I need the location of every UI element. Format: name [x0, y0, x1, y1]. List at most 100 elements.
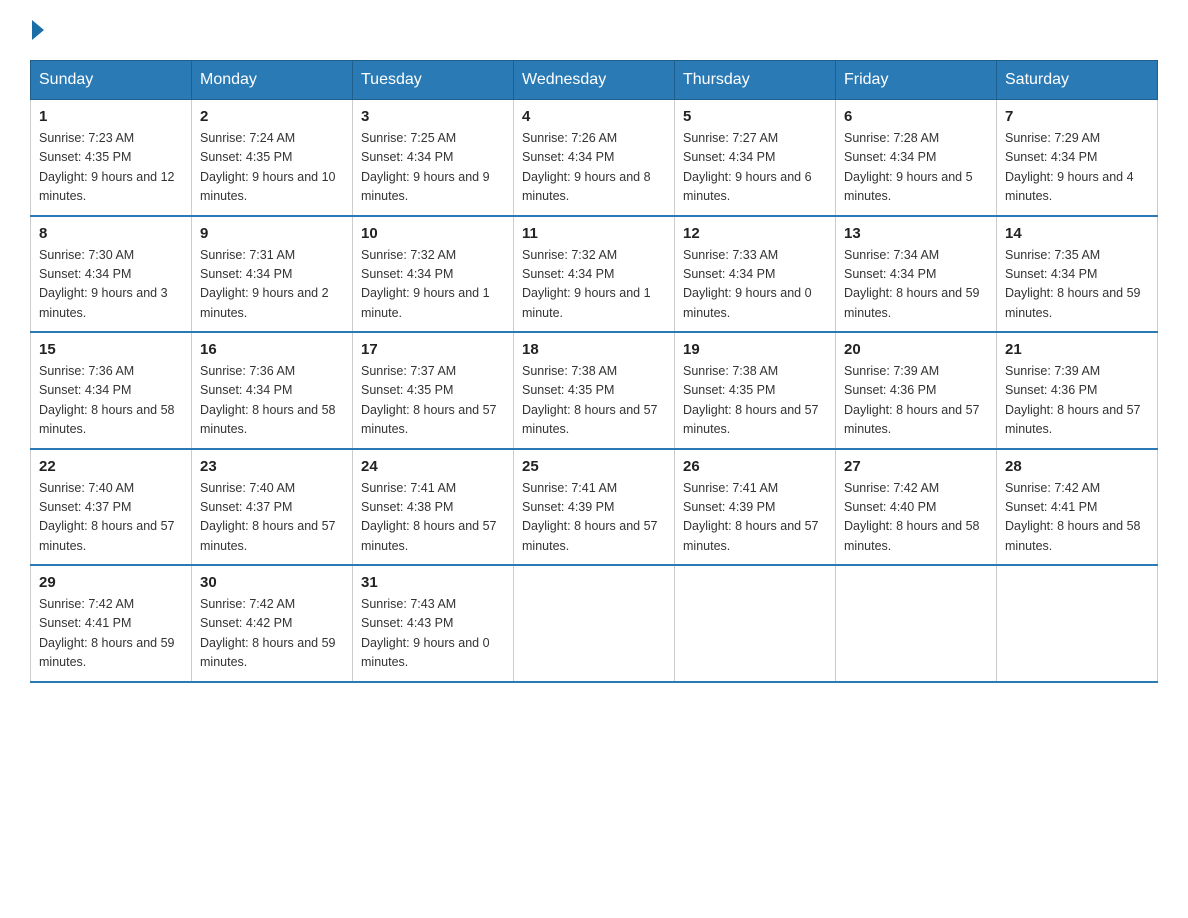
header-cell-thursday: Thursday: [675, 61, 836, 100]
calendar-cell: [514, 565, 675, 682]
day-info: Sunrise: 7:38 AMSunset: 4:35 PMDaylight:…: [683, 362, 827, 440]
day-info: Sunrise: 7:36 AMSunset: 4:34 PMDaylight:…: [200, 362, 344, 440]
day-info: Sunrise: 7:40 AMSunset: 4:37 PMDaylight:…: [39, 479, 183, 557]
day-number: 20: [844, 341, 988, 358]
calendar-week-row: 22 Sunrise: 7:40 AMSunset: 4:37 PMDaylig…: [31, 449, 1158, 566]
calendar-cell: 3 Sunrise: 7:25 AMSunset: 4:34 PMDayligh…: [353, 100, 514, 216]
day-number: 25: [522, 458, 666, 475]
calendar-cell: 10 Sunrise: 7:32 AMSunset: 4:34 PMDaylig…: [353, 216, 514, 333]
day-info: Sunrise: 7:42 AMSunset: 4:40 PMDaylight:…: [844, 479, 988, 557]
calendar-cell: 12 Sunrise: 7:33 AMSunset: 4:34 PMDaylig…: [675, 216, 836, 333]
day-number: 18: [522, 341, 666, 358]
day-number: 21: [1005, 341, 1149, 358]
day-info: Sunrise: 7:39 AMSunset: 4:36 PMDaylight:…: [1005, 362, 1149, 440]
day-info: Sunrise: 7:33 AMSunset: 4:34 PMDaylight:…: [683, 246, 827, 324]
calendar-cell: 24 Sunrise: 7:41 AMSunset: 4:38 PMDaylig…: [353, 449, 514, 566]
calendar-cell: 30 Sunrise: 7:42 AMSunset: 4:42 PMDaylig…: [192, 565, 353, 682]
day-info: Sunrise: 7:26 AMSunset: 4:34 PMDaylight:…: [522, 129, 666, 207]
calendar-cell: 15 Sunrise: 7:36 AMSunset: 4:34 PMDaylig…: [31, 332, 192, 449]
day-number: 14: [1005, 225, 1149, 242]
header-cell-sunday: Sunday: [31, 61, 192, 100]
day-number: 19: [683, 341, 827, 358]
day-info: Sunrise: 7:41 AMSunset: 4:39 PMDaylight:…: [683, 479, 827, 557]
day-info: Sunrise: 7:36 AMSunset: 4:34 PMDaylight:…: [39, 362, 183, 440]
calendar-cell: 5 Sunrise: 7:27 AMSunset: 4:34 PMDayligh…: [675, 100, 836, 216]
calendar-cell: 14 Sunrise: 7:35 AMSunset: 4:34 PMDaylig…: [997, 216, 1158, 333]
calendar-cell: [836, 565, 997, 682]
calendar-cell: 21 Sunrise: 7:39 AMSunset: 4:36 PMDaylig…: [997, 332, 1158, 449]
calendar-cell: 2 Sunrise: 7:24 AMSunset: 4:35 PMDayligh…: [192, 100, 353, 216]
calendar-cell: 1 Sunrise: 7:23 AMSunset: 4:35 PMDayligh…: [31, 100, 192, 216]
day-info: Sunrise: 7:34 AMSunset: 4:34 PMDaylight:…: [844, 246, 988, 324]
header-cell-wednesday: Wednesday: [514, 61, 675, 100]
day-info: Sunrise: 7:30 AMSunset: 4:34 PMDaylight:…: [39, 246, 183, 324]
day-info: Sunrise: 7:24 AMSunset: 4:35 PMDaylight:…: [200, 129, 344, 207]
day-number: 12: [683, 225, 827, 242]
day-info: Sunrise: 7:43 AMSunset: 4:43 PMDaylight:…: [361, 595, 505, 673]
day-number: 17: [361, 341, 505, 358]
day-info: Sunrise: 7:41 AMSunset: 4:38 PMDaylight:…: [361, 479, 505, 557]
logo-arrow-icon: [32, 20, 44, 40]
day-info: Sunrise: 7:42 AMSunset: 4:41 PMDaylight:…: [1005, 479, 1149, 557]
calendar-cell: 27 Sunrise: 7:42 AMSunset: 4:40 PMDaylig…: [836, 449, 997, 566]
header-cell-tuesday: Tuesday: [353, 61, 514, 100]
day-number: 27: [844, 458, 988, 475]
day-info: Sunrise: 7:32 AMSunset: 4:34 PMDaylight:…: [361, 246, 505, 324]
day-number: 7: [1005, 108, 1149, 125]
day-info: Sunrise: 7:25 AMSunset: 4:34 PMDaylight:…: [361, 129, 505, 207]
calendar-cell: 18 Sunrise: 7:38 AMSunset: 4:35 PMDaylig…: [514, 332, 675, 449]
calendar-cell: 8 Sunrise: 7:30 AMSunset: 4:34 PMDayligh…: [31, 216, 192, 333]
day-number: 9: [200, 225, 344, 242]
calendar-cell: 20 Sunrise: 7:39 AMSunset: 4:36 PMDaylig…: [836, 332, 997, 449]
day-info: Sunrise: 7:40 AMSunset: 4:37 PMDaylight:…: [200, 479, 344, 557]
day-number: 4: [522, 108, 666, 125]
day-number: 2: [200, 108, 344, 125]
calendar-cell: 6 Sunrise: 7:28 AMSunset: 4:34 PMDayligh…: [836, 100, 997, 216]
day-info: Sunrise: 7:31 AMSunset: 4:34 PMDaylight:…: [200, 246, 344, 324]
day-number: 6: [844, 108, 988, 125]
day-info: Sunrise: 7:37 AMSunset: 4:35 PMDaylight:…: [361, 362, 505, 440]
day-info: Sunrise: 7:23 AMSunset: 4:35 PMDaylight:…: [39, 129, 183, 207]
calendar-week-row: 29 Sunrise: 7:42 AMSunset: 4:41 PMDaylig…: [31, 565, 1158, 682]
page-header: [30, 20, 1158, 40]
calendar-week-row: 15 Sunrise: 7:36 AMSunset: 4:34 PMDaylig…: [31, 332, 1158, 449]
calendar-cell: 26 Sunrise: 7:41 AMSunset: 4:39 PMDaylig…: [675, 449, 836, 566]
calendar-week-row: 8 Sunrise: 7:30 AMSunset: 4:34 PMDayligh…: [31, 216, 1158, 333]
day-number: 28: [1005, 458, 1149, 475]
header-cell-saturday: Saturday: [997, 61, 1158, 100]
day-info: Sunrise: 7:35 AMSunset: 4:34 PMDaylight:…: [1005, 246, 1149, 324]
day-info: Sunrise: 7:28 AMSunset: 4:34 PMDaylight:…: [844, 129, 988, 207]
calendar-cell: 7 Sunrise: 7:29 AMSunset: 4:34 PMDayligh…: [997, 100, 1158, 216]
day-number: 13: [844, 225, 988, 242]
calendar-cell: 19 Sunrise: 7:38 AMSunset: 4:35 PMDaylig…: [675, 332, 836, 449]
calendar-header: SundayMondayTuesdayWednesdayThursdayFrid…: [31, 61, 1158, 100]
calendar-cell: 13 Sunrise: 7:34 AMSunset: 4:34 PMDaylig…: [836, 216, 997, 333]
calendar-body: 1 Sunrise: 7:23 AMSunset: 4:35 PMDayligh…: [31, 100, 1158, 682]
day-info: Sunrise: 7:39 AMSunset: 4:36 PMDaylight:…: [844, 362, 988, 440]
day-info: Sunrise: 7:41 AMSunset: 4:39 PMDaylight:…: [522, 479, 666, 557]
calendar-cell: 29 Sunrise: 7:42 AMSunset: 4:41 PMDaylig…: [31, 565, 192, 682]
day-number: 5: [683, 108, 827, 125]
day-number: 23: [200, 458, 344, 475]
calendar-table: SundayMondayTuesdayWednesdayThursdayFrid…: [30, 60, 1158, 683]
calendar-cell: 9 Sunrise: 7:31 AMSunset: 4:34 PMDayligh…: [192, 216, 353, 333]
day-number: 16: [200, 341, 344, 358]
logo: [30, 20, 46, 40]
day-number: 22: [39, 458, 183, 475]
header-cell-monday: Monday: [192, 61, 353, 100]
day-info: Sunrise: 7:42 AMSunset: 4:41 PMDaylight:…: [39, 595, 183, 673]
day-number: 31: [361, 574, 505, 591]
day-number: 24: [361, 458, 505, 475]
day-number: 29: [39, 574, 183, 591]
calendar-cell: 16 Sunrise: 7:36 AMSunset: 4:34 PMDaylig…: [192, 332, 353, 449]
day-number: 10: [361, 225, 505, 242]
day-number: 1: [39, 108, 183, 125]
calendar-cell: 22 Sunrise: 7:40 AMSunset: 4:37 PMDaylig…: [31, 449, 192, 566]
calendar-cell: [997, 565, 1158, 682]
calendar-cell: [675, 565, 836, 682]
day-info: Sunrise: 7:27 AMSunset: 4:34 PMDaylight:…: [683, 129, 827, 207]
day-number: 3: [361, 108, 505, 125]
header-row: SundayMondayTuesdayWednesdayThursdayFrid…: [31, 61, 1158, 100]
header-cell-friday: Friday: [836, 61, 997, 100]
day-number: 15: [39, 341, 183, 358]
